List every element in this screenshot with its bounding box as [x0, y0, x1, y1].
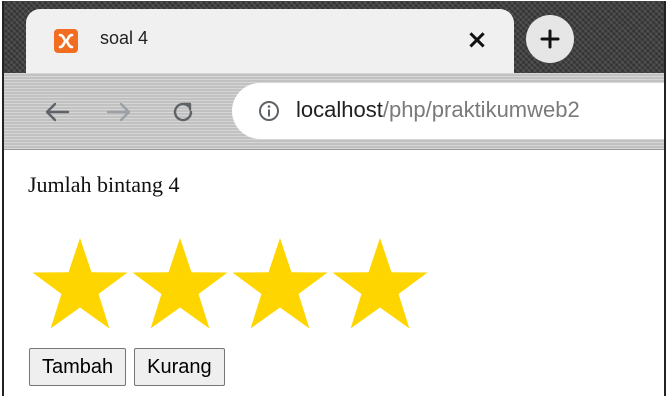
star-icon: [232, 238, 328, 329]
xampp-icon: [54, 29, 78, 53]
star-rating: [30, 236, 430, 336]
page-heading: Jumlah bintang 4: [28, 172, 180, 197]
back-arrow-icon[interactable]: [42, 97, 72, 127]
forward-arrow-icon[interactable]: [104, 97, 134, 127]
tab-title: soal 4: [100, 28, 149, 48]
star-icon: [132, 238, 228, 329]
browser-window: soal 4 × localhost/php/praktikumweb2 Jum…: [2, 1, 666, 396]
url-host: localhost: [296, 97, 383, 122]
tab-strip: soal 4 ×: [4, 1, 664, 73]
page-content: Jumlah bintang 4 Tambah Kurang: [4, 150, 664, 396]
plus-icon: [540, 29, 560, 49]
button-row: Tambah Kurang: [29, 348, 225, 386]
reload-icon[interactable]: [168, 97, 198, 127]
tab-soal-4[interactable]: soal 4 ×: [26, 9, 514, 73]
star-icon: [32, 238, 128, 329]
browser-toolbar: localhost/php/praktikumweb2: [4, 73, 664, 150]
kurang-button[interactable]: Kurang: [134, 348, 225, 386]
tambah-button[interactable]: Tambah: [29, 348, 127, 386]
url-text[interactable]: localhost/php/praktikumweb2: [296, 97, 580, 123]
info-icon[interactable]: [258, 100, 280, 122]
close-tab-icon[interactable]: ×: [462, 25, 492, 55]
url-path: /php/praktikumweb2: [382, 97, 580, 122]
new-tab-button[interactable]: [526, 15, 574, 63]
star-icon: [332, 238, 428, 329]
address-bar[interactable]: localhost/php/praktikumweb2: [232, 83, 664, 139]
